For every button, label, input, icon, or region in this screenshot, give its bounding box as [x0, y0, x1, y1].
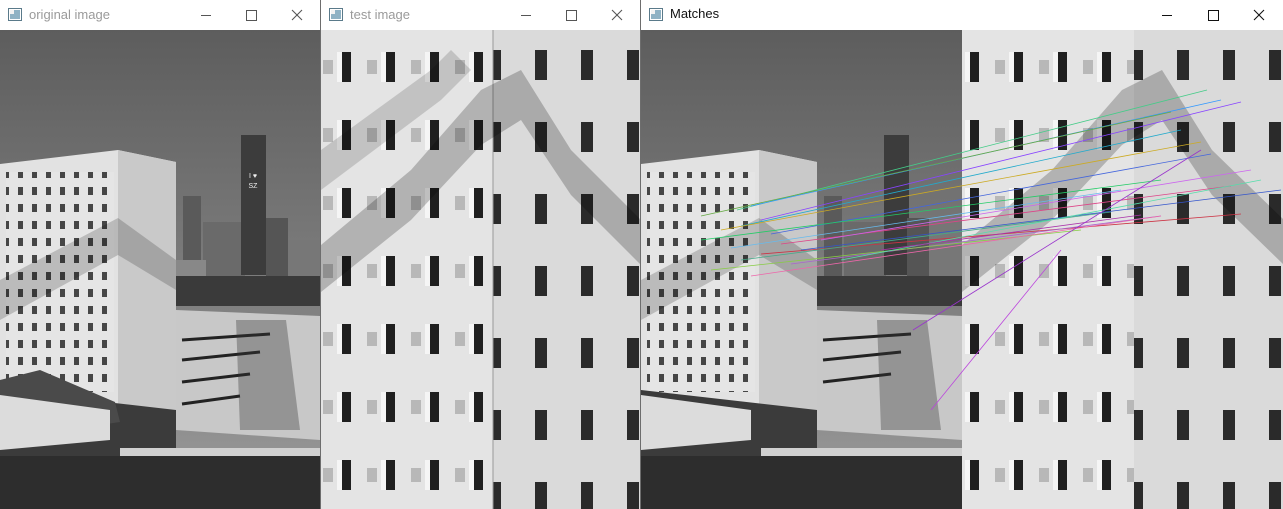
maximize-icon: [1208, 10, 1219, 21]
tower-sign-line1: I ♥: [249, 173, 257, 180]
tower-sign-line2: SZ: [249, 183, 259, 190]
minimize-icon: [1162, 15, 1172, 16]
original-image-view: I ♥ SZ: [0, 30, 320, 509]
minimize-button[interactable]: [194, 3, 218, 27]
matches-image: [641, 30, 1283, 509]
window-title: original image: [29, 7, 110, 22]
maximize-button[interactable]: [559, 3, 583, 27]
test-image-view: [321, 30, 640, 509]
minimize-icon: [521, 15, 531, 16]
test-image: [321, 30, 640, 509]
maximize-button[interactable]: [1201, 3, 1225, 27]
opencv-window-icon: [329, 8, 343, 21]
minimize-button[interactable]: [514, 3, 538, 27]
minimize-icon: [201, 15, 211, 16]
minimize-button[interactable]: [1155, 3, 1179, 27]
close-icon: [291, 9, 303, 21]
titlebar[interactable]: Matches: [641, 0, 1283, 30]
matches-left-image: [641, 30, 962, 509]
maximize-icon: [566, 10, 577, 21]
titlebar[interactable]: test image: [321, 0, 640, 30]
maximize-icon: [246, 10, 257, 21]
opencv-window-icon: [649, 8, 663, 21]
matches-image-view: [641, 30, 1283, 509]
close-button[interactable]: [605, 3, 629, 27]
close-icon: [611, 9, 623, 21]
maximize-button[interactable]: [239, 3, 263, 27]
original-image: I ♥ SZ: [0, 30, 320, 509]
window-title: test image: [350, 7, 410, 22]
close-button[interactable]: [1247, 3, 1271, 27]
window-title: Matches: [670, 6, 720, 21]
window-original-image[interactable]: original image I ♥ SZ: [0, 0, 320, 509]
close-button[interactable]: [285, 3, 309, 27]
opencv-window-icon: [8, 8, 22, 21]
window-matches[interactable]: Matches: [640, 0, 1283, 509]
titlebar[interactable]: original image: [0, 0, 320, 30]
window-test-image[interactable]: test image: [320, 0, 640, 509]
close-icon: [1253, 9, 1265, 21]
